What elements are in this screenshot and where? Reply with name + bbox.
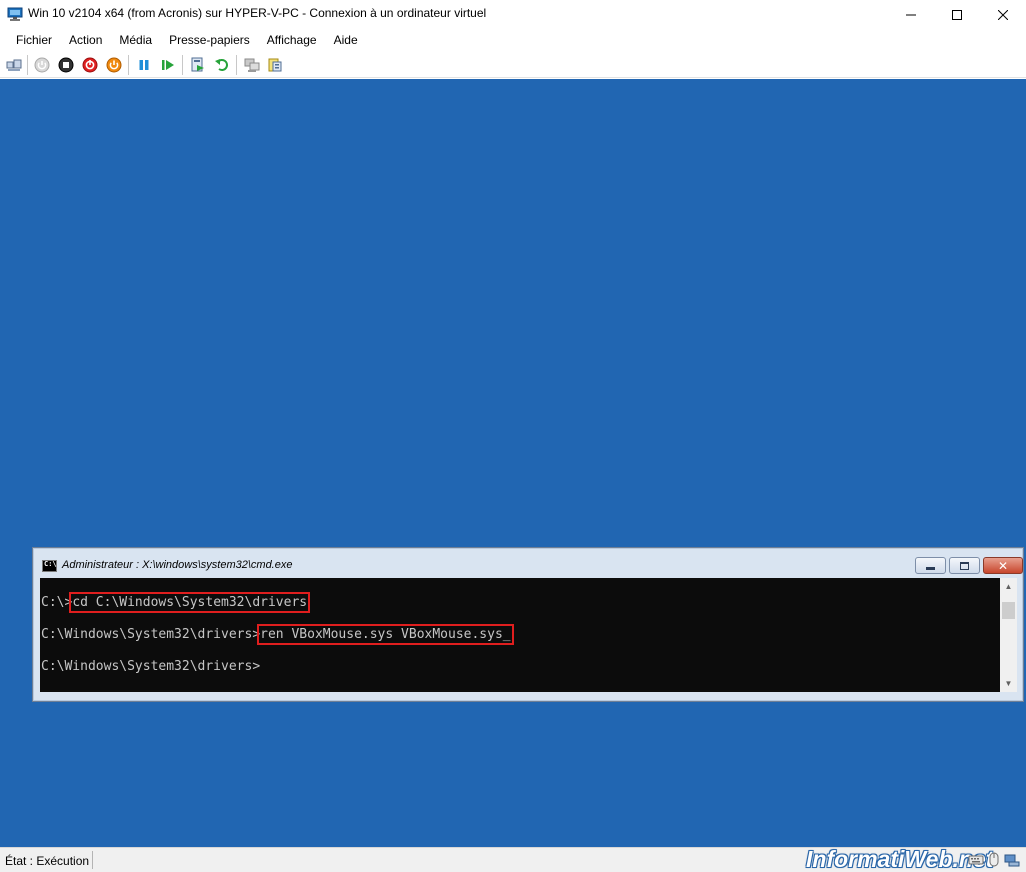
start-button[interactable] [33, 56, 51, 74]
menu-fichier[interactable]: Fichier [8, 29, 61, 51]
toolbar-separator [236, 55, 237, 75]
watermark: InformatiWeb.net [806, 846, 994, 872]
shut-down-button[interactable] [81, 56, 99, 74]
share-icon [268, 58, 282, 72]
cmd-maximize-button[interactable] [949, 557, 980, 574]
title-bar: Win 10 v2104 x64 (from Acronis) sur HYPE… [0, 0, 1026, 29]
toolbar-separator [27, 55, 28, 75]
console-command-highlighted: cd C:\Windows\System32\drivers [69, 592, 311, 613]
console-prompt: C:\> [41, 595, 73, 610]
menu-bar: Fichier Action Média Presse-papiers Affi… [0, 29, 1026, 51]
minimize-icon [926, 566, 935, 570]
cmd-minimize-button[interactable] [915, 557, 946, 574]
vm-connect-icon [7, 7, 23, 21]
toolbar [0, 51, 1026, 78]
console-prompt: C:\Windows\System32\drivers> [41, 627, 261, 642]
share-button[interactable] [266, 56, 284, 74]
scroll-thumb[interactable] [1002, 602, 1015, 619]
resume-button[interactable] [159, 56, 177, 74]
close-icon: ✕ [997, 558, 1009, 573]
status-bar: État : Exécution InformatiWeb.net [0, 846, 1026, 872]
menu-aide[interactable]: Aide [326, 29, 367, 51]
console-line: C:\Windows\System32\drivers>ren VBoxMous… [41, 624, 514, 645]
enhanced-session-button[interactable] [243, 56, 261, 74]
maximize-icon [952, 9, 962, 20]
maximize-button[interactable] [934, 0, 980, 29]
shut-down-icon [82, 57, 98, 73]
cmd-scrollbar[interactable]: ▲ ▼ [1000, 578, 1017, 692]
checkpoint-icon [191, 57, 204, 72]
save-state-icon [106, 57, 122, 73]
menu-presse-papiers[interactable]: Presse-papiers [161, 29, 259, 51]
maximize-icon [960, 561, 969, 570]
scroll-up-arrow-icon[interactable]: ▲ [1000, 578, 1017, 595]
ctrl-alt-del-icon [6, 59, 22, 71]
save-state-button[interactable] [105, 56, 123, 74]
cmd-window[interactable]: C:\ Administrateur : X:\windows\system32… [32, 547, 1024, 702]
toolbar-separator [182, 55, 183, 75]
console-line: C:\Windows\System32\drivers> [41, 659, 260, 675]
minimize-icon [906, 14, 916, 15]
turn-off-button[interactable] [57, 56, 75, 74]
minimize-button[interactable] [888, 0, 934, 29]
status-separator [92, 851, 93, 869]
revert-button[interactable] [213, 56, 231, 74]
mouse-icon [989, 852, 999, 867]
close-icon [998, 9, 1008, 20]
cmd-window-title: Administrateur : X:\windows\system32\cmd… [62, 559, 293, 571]
turn-off-icon [58, 57, 74, 73]
vm-screen[interactable]: C:\ Administrateur : X:\windows\system32… [0, 79, 1026, 847]
network-icon [1004, 854, 1020, 867]
enhanced-session-icon [244, 58, 260, 72]
checkpoint-button[interactable] [189, 56, 207, 74]
menu-action[interactable]: Action [61, 29, 111, 51]
console-line: C:\>cd C:\Windows\System32\drivers [41, 592, 311, 613]
console-prompt: C:\Windows\System32\drivers> [41, 659, 261, 674]
keyboard-icon [968, 855, 984, 865]
vm-status-text: État : Exécution [5, 854, 90, 868]
revert-icon [215, 59, 228, 71]
start-icon [34, 57, 50, 73]
window-title: Win 10 v2104 x64 (from Acronis) sur HYPE… [28, 6, 487, 20]
menu-media[interactable]: Média [111, 29, 161, 51]
console-command-highlighted: ren VBoxMouse.sys VBoxMouse.sys_ [257, 624, 514, 645]
resume-icon [162, 60, 174, 70]
cmd-icon: C:\ [42, 560, 57, 572]
cmd-console[interactable]: C:\>cd C:\Windows\System32\drivers C:\Wi… [40, 578, 1007, 692]
pause-button[interactable] [135, 56, 153, 74]
close-button[interactable] [980, 0, 1026, 29]
cmd-close-button[interactable]: ✕ [983, 557, 1023, 574]
menu-affichage[interactable]: Affichage [259, 29, 326, 51]
ctrl-alt-del-button[interactable] [5, 56, 23, 74]
toolbar-separator [128, 55, 129, 75]
pause-icon [139, 60, 149, 70]
scroll-down-arrow-icon[interactable]: ▼ [1000, 675, 1017, 692]
